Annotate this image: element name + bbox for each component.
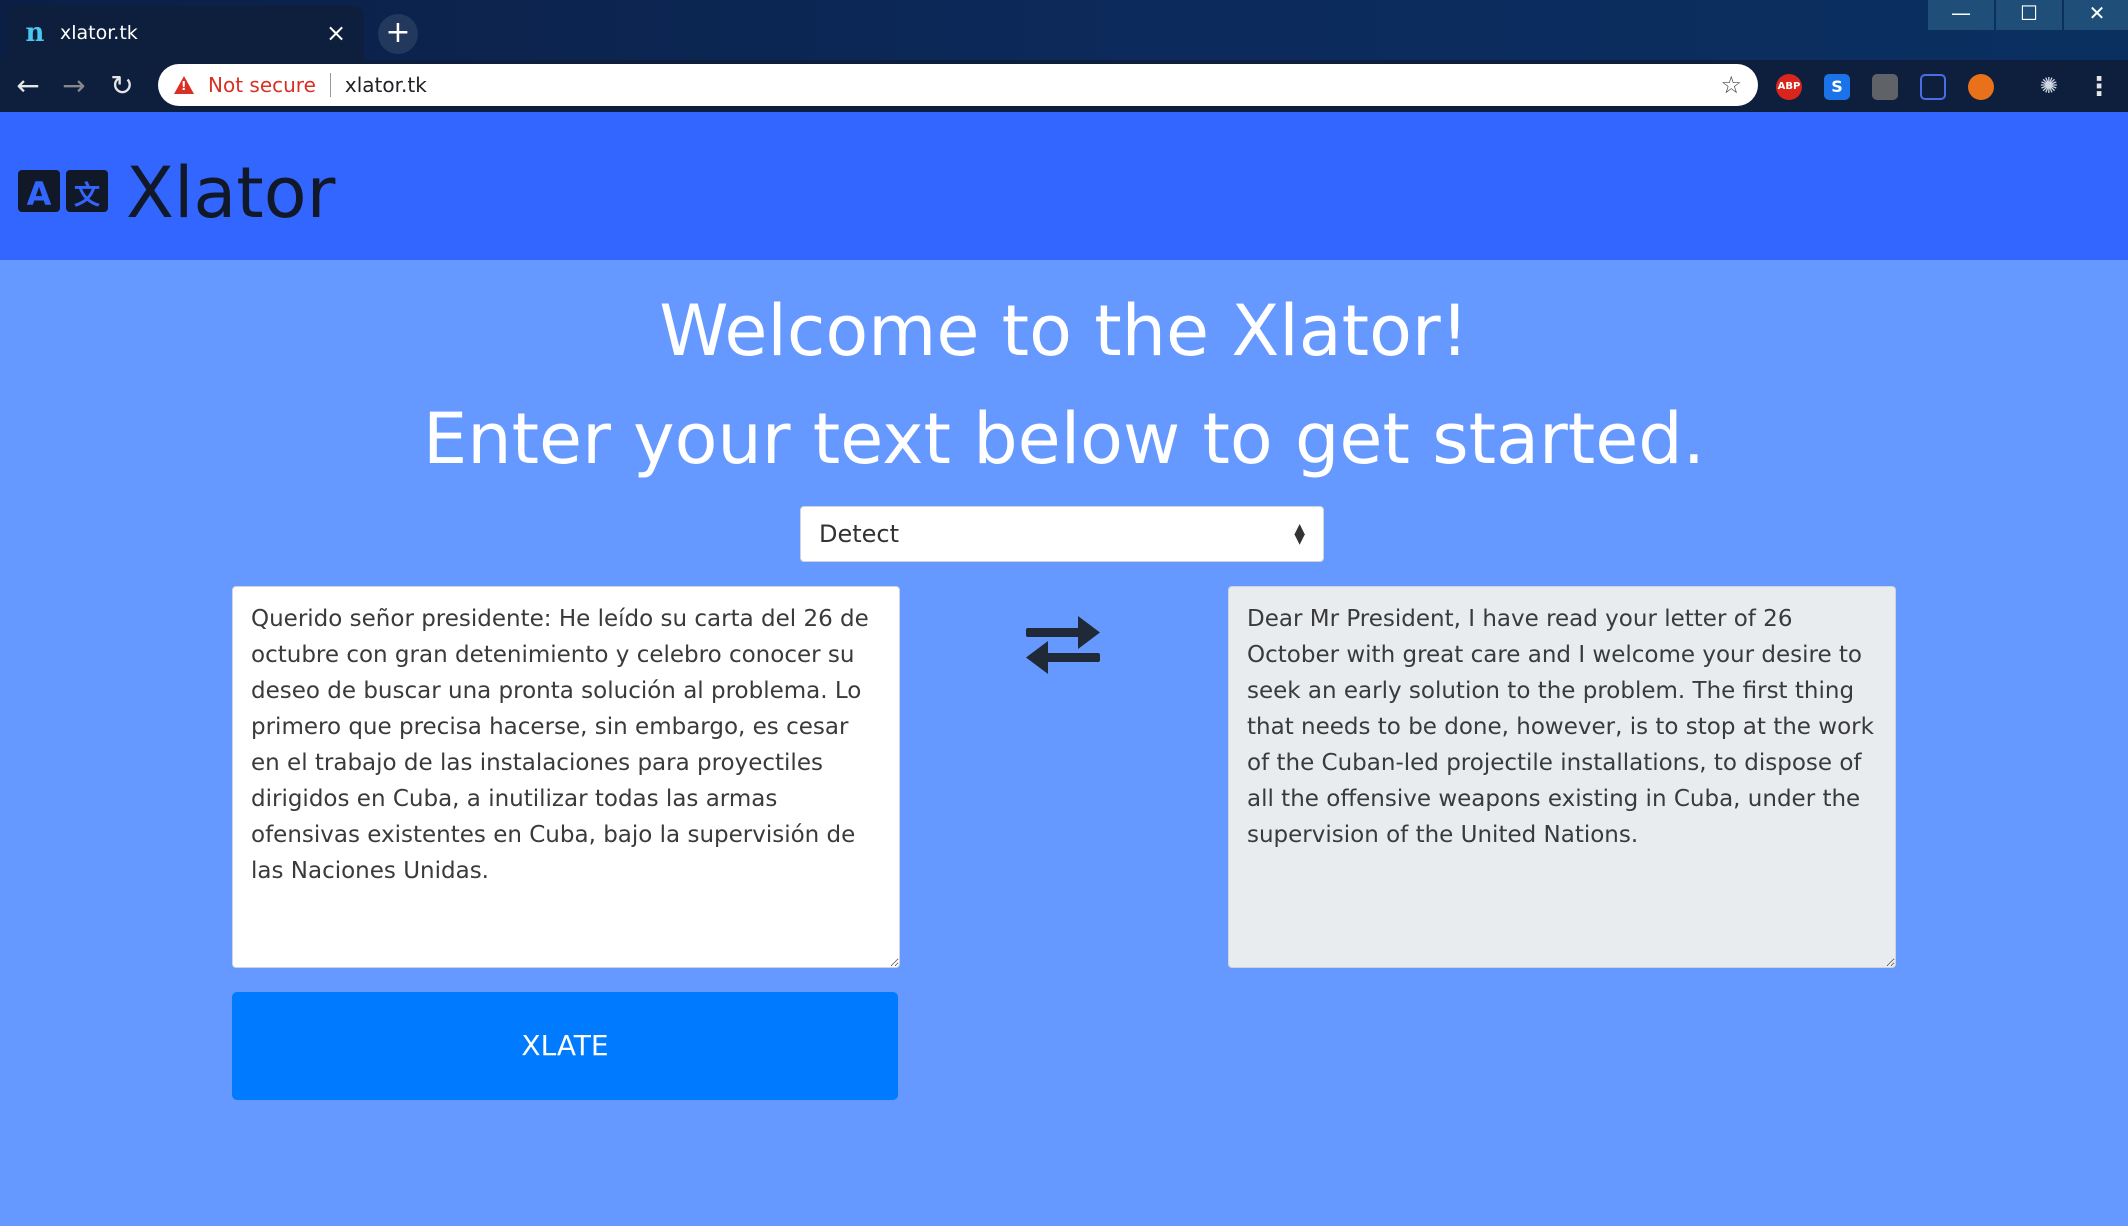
browser-tab[interactable]: n xlator.tk × bbox=[8, 6, 364, 60]
browser-toolbar: ← → ↻ Not secure xlator.tk ☆ ABP S ✺ ⋮ bbox=[0, 60, 2128, 112]
swap-languages-icon[interactable] bbox=[1024, 614, 1102, 676]
warning-icon bbox=[174, 76, 194, 94]
svg-text:文: 文 bbox=[74, 180, 101, 211]
site-favicon-icon: n bbox=[25, 18, 45, 48]
minimize-window-icon[interactable]: — bbox=[1928, 0, 1994, 30]
close-window-icon[interactable]: ✕ bbox=[2064, 0, 2128, 30]
adblock-extension-icon[interactable]: ABP bbox=[1776, 74, 1802, 100]
tab-title: xlator.tk bbox=[60, 22, 138, 44]
skype-extension-icon[interactable]: S bbox=[1824, 74, 1850, 100]
inspect-extension-icon[interactable] bbox=[1920, 74, 1946, 100]
back-icon[interactable]: ← bbox=[10, 68, 46, 104]
brand-name[interactable]: Xlator bbox=[126, 152, 335, 234]
source-text-input[interactable]: Querido señor presidente: He leído su ca… bbox=[232, 586, 900, 968]
owl-extension-icon[interactable] bbox=[1968, 74, 1994, 100]
css-extension-icon[interactable] bbox=[1872, 74, 1898, 100]
app-header: A 文 Xlator bbox=[0, 112, 2128, 260]
not-secure-label[interactable]: Not secure bbox=[208, 73, 316, 97]
url-text[interactable]: xlator.tk bbox=[345, 73, 1721, 97]
spider-extension-icon[interactable]: ✺ bbox=[2036, 74, 2062, 100]
forward-icon[interactable]: → bbox=[56, 68, 92, 104]
translated-text-output[interactable]: Dear Mr President, I have read your lett… bbox=[1228, 586, 1896, 968]
svg-text:A: A bbox=[27, 175, 52, 213]
subtitle-heading: Enter your text below to get started. bbox=[423, 398, 1705, 480]
maximize-window-icon[interactable]: ☐ bbox=[1996, 0, 2062, 30]
source-language-select[interactable]: Detect ▲ ▼ bbox=[800, 506, 1324, 562]
welcome-heading: Welcome to the Xlator! bbox=[659, 290, 1469, 372]
browser-menu-icon[interactable]: ⋮ bbox=[2086, 74, 2112, 100]
reload-icon[interactable]: ↻ bbox=[104, 68, 140, 104]
address-divider bbox=[329, 73, 331, 97]
selected-language: Detect bbox=[819, 520, 900, 548]
bookmark-star-icon[interactable]: ☆ bbox=[1720, 71, 1742, 99]
new-tab-button[interactable]: + bbox=[378, 14, 418, 54]
browser-tab-strip: n xlator.tk × + — ☐ ✕ bbox=[0, 0, 2128, 60]
address-bar[interactable]: Not secure xlator.tk ☆ bbox=[158, 64, 1758, 106]
close-tab-icon[interactable]: × bbox=[322, 19, 350, 47]
select-caret-icon: ▲ ▼ bbox=[1294, 521, 1305, 547]
translate-logo-icon: A 文 bbox=[18, 170, 108, 213]
xlate-button[interactable]: XLATE bbox=[232, 992, 898, 1100]
